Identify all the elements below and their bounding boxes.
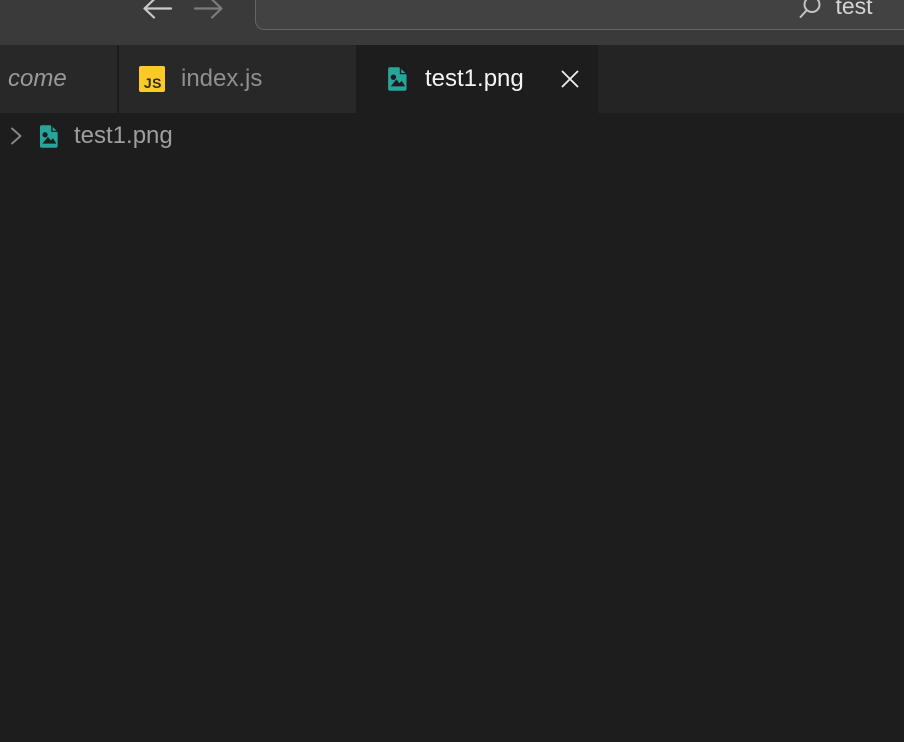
chevron-right-icon: [5, 125, 27, 147]
breadcrumbs: test1.png: [0, 113, 904, 159]
tab-index-js-label: index.js: [181, 65, 262, 93]
tab-welcome-label: come: [8, 65, 67, 93]
editor-content-area[interactable]: [0, 159, 904, 742]
tab-index-js[interactable]: JS index.js: [119, 45, 358, 113]
image-file-icon: [36, 124, 61, 149]
titlebar: test: [0, 0, 904, 45]
search-icon: [797, 0, 823, 21]
forward-arrow-icon[interactable]: [192, 0, 226, 23]
javascript-file-icon: JS: [139, 66, 165, 92]
tab-welcome[interactable]: come: [0, 45, 119, 113]
image-file-icon: [384, 66, 410, 92]
back-arrow-icon[interactable]: [140, 0, 174, 23]
tab-bar: come JS index.js test1.png: [0, 45, 904, 113]
command-center-query: test: [835, 0, 872, 30]
js-icon-letters: JS: [144, 76, 162, 90]
breadcrumb-item-test1-png[interactable]: test1.png: [74, 122, 173, 150]
close-tab-button[interactable]: [558, 67, 582, 91]
tabbar-empty-space: [598, 45, 904, 113]
tab-test1-png[interactable]: test1.png: [358, 45, 598, 113]
tab-test1-png-label: test1.png: [425, 65, 524, 93]
command-center-search[interactable]: test: [255, 0, 904, 30]
close-icon: [559, 68, 581, 90]
